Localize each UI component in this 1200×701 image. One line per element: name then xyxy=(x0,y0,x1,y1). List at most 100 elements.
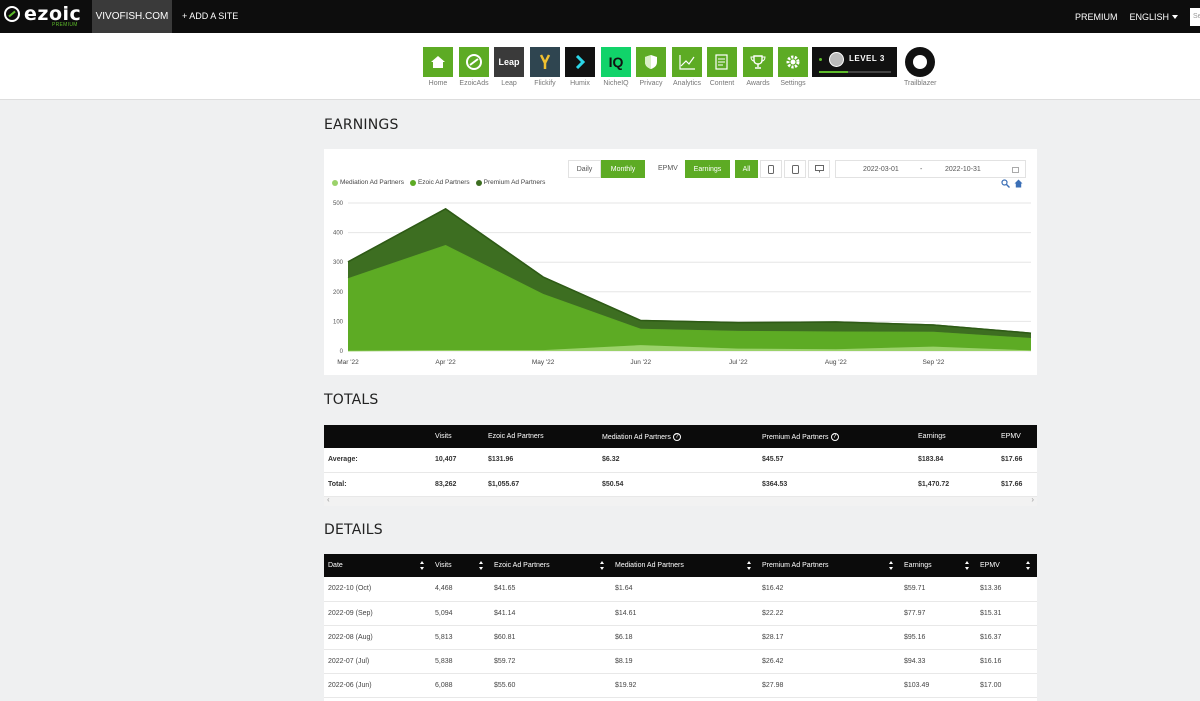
search-input[interactable]: Se xyxy=(1190,7,1200,26)
table-cell: 2022-08 (Aug) xyxy=(324,625,431,650)
table-cell: $1,470.72 xyxy=(914,472,997,497)
table-cell: $14.61 xyxy=(611,601,758,626)
table-cell: $17.66 xyxy=(997,472,1037,497)
column-header[interactable]: Mediation Ad Partners xyxy=(611,554,758,577)
earnings-area-chart: 0 100 200 300 400 500 Mar '22 Apr '22 May '22 Jun… xyxy=(333,201,1032,366)
column-header[interactable]: Earnings xyxy=(900,554,976,577)
level-badge[interactable]: LEVEL 3 xyxy=(812,47,897,77)
table-cell: $41.14 xyxy=(490,601,611,626)
y-tick-label: 500 xyxy=(333,201,344,207)
totals-title: TOTALS xyxy=(324,392,379,408)
table-cell: $60.81 xyxy=(490,625,611,650)
x-tick-label: Mar '22 xyxy=(337,359,359,366)
top-bar: ezoic PREMIUM VIVOFISH.COM + ADD A SITE … xyxy=(0,0,1200,33)
table-cell: $26.42 xyxy=(758,649,900,674)
column-header: Mediation Ad Partners? xyxy=(598,425,758,448)
table-row: 2022-06 (Jun) 6,088 $55.60 $19.92 $27.98 $103… xyxy=(324,673,1037,698)
ezoic-logo[interactable]: ezoic PREMIUM xyxy=(4,3,84,28)
trailblazer-badge[interactable]: Trailblazer xyxy=(904,47,936,87)
help-icon[interactable]: ? xyxy=(830,432,839,441)
table-cell: $8.19 xyxy=(611,649,758,674)
table-cell: 2022-09 (Sep) xyxy=(324,601,431,626)
column-header-label: Visits xyxy=(435,562,452,569)
table-cell: $364.53 xyxy=(758,472,914,497)
table-row: 2022-09 (Sep) 5,094 $41.14 $14.61 $22.22 $77.… xyxy=(324,601,1037,626)
totals-card: Visits Ezoic Ad Partners Mediation Ad Part… xyxy=(324,425,1037,506)
app-nav: Home EzoicAds Leap Leap Flickify Humix IQ Niche… xyxy=(0,33,1200,100)
sort-icon[interactable] xyxy=(600,561,605,570)
app-settings[interactable]: Settings xyxy=(778,47,808,87)
table-cell: 5,813 xyxy=(431,625,490,650)
table-cell: 5,838 xyxy=(431,649,490,674)
avatar xyxy=(829,52,844,67)
table-cell: $183.84 xyxy=(914,448,997,473)
help-icon[interactable]: ? xyxy=(672,432,681,441)
x-tick-label: Aug '22 xyxy=(825,359,847,366)
table-row: 2022-07 (Jul) 5,838 $59.72 $8.19 $26.42 $94.3… xyxy=(324,649,1037,674)
column-header[interactable]: Premium Ad Partners xyxy=(758,554,900,577)
table-cell: $1,055.67 xyxy=(484,472,598,497)
column-header-label: Premium Ad Partners xyxy=(762,562,829,569)
sort-icon[interactable] xyxy=(479,561,484,570)
table-cell: $27.98 xyxy=(758,673,900,698)
table-cell: $6.18 xyxy=(611,625,758,650)
x-tick-label: Jun '22 xyxy=(630,359,651,366)
language-selector[interactable]: ENGLISH xyxy=(1129,12,1178,22)
details-title: DETAILS xyxy=(324,522,383,538)
table-cell: $59.72 xyxy=(490,649,611,674)
y-tick-label: 300 xyxy=(333,260,344,266)
sort-icon[interactable] xyxy=(1026,561,1031,570)
totals-table: Visits Ezoic Ad Partners Mediation Ad Part… xyxy=(324,425,1037,497)
column-header-label: Visits xyxy=(435,433,452,440)
flickify-icon xyxy=(530,47,560,77)
status-dot xyxy=(819,58,822,61)
column-header-label: Mediation Ad Partners xyxy=(615,562,684,569)
y-tick-label: 400 xyxy=(333,231,344,237)
sort-icon[interactable] xyxy=(747,561,752,570)
column-header-label: Earnings xyxy=(918,433,946,440)
table-cell: $19.92 xyxy=(611,673,758,698)
column-header[interactable]: EPMV xyxy=(976,554,1037,577)
column-header xyxy=(324,425,431,448)
site-selector[interactable]: VIVOFISH.COM xyxy=(92,0,172,33)
sort-icon[interactable] xyxy=(889,561,894,570)
table-cell: $131.96 xyxy=(484,448,598,473)
x-tick-label: Jul '22 xyxy=(729,359,748,366)
column-header: EPMV xyxy=(997,425,1037,448)
table-cell: $17.00 xyxy=(976,673,1037,698)
logo-mark-icon xyxy=(4,6,20,22)
table-cell: $95.16 xyxy=(900,625,976,650)
trailblazer-label: Trailblazer xyxy=(904,80,937,87)
logo-subtitle: PREMIUM xyxy=(52,22,78,28)
shield-icon xyxy=(636,47,666,77)
column-header-label: Premium Ad Partners xyxy=(762,433,829,441)
table-cell: Average: xyxy=(324,448,431,473)
table-cell: $50.54 xyxy=(598,472,758,497)
column-header[interactable]: Ezoic Ad Partners xyxy=(490,554,611,577)
table-row: Average: 10,407 $131.96 $6.32 $45.57 $183.84 $… xyxy=(324,448,1037,473)
table-cell: $94.33 xyxy=(900,649,976,674)
sort-icon[interactable] xyxy=(965,561,970,570)
humix-icon xyxy=(565,47,595,77)
horizontal-scrollbar[interactable] xyxy=(324,495,1037,506)
area-series xyxy=(348,245,1031,351)
table-cell: $16.37 xyxy=(976,625,1037,650)
column-header[interactable]: Date xyxy=(324,554,431,577)
table-cell: $16.16 xyxy=(976,649,1037,674)
earnings-chart-card: Daily Monthly EPMV Earnings All 2022-03-… xyxy=(324,149,1037,375)
table-cell: $103.49 xyxy=(900,673,976,698)
x-tick-label: May '22 xyxy=(532,359,555,366)
leap-icon: Leap xyxy=(494,47,524,77)
add-site-link[interactable]: + ADD A SITE xyxy=(182,11,238,21)
column-header: Visits xyxy=(431,425,484,448)
column-header[interactable]: Visits xyxy=(431,554,490,577)
y-tick-label: 200 xyxy=(333,290,344,296)
premium-link[interactable]: PREMIUM xyxy=(1075,12,1118,22)
column-header: Earnings xyxy=(914,425,997,448)
sort-icon[interactable] xyxy=(420,561,425,570)
table-cell: $6.32 xyxy=(598,448,758,473)
y-tick-label: 0 xyxy=(340,349,344,355)
analytics-icon xyxy=(672,47,702,77)
column-header-label: Ezoic Ad Partners xyxy=(488,433,544,440)
language-label: ENGLISH xyxy=(1129,11,1169,22)
